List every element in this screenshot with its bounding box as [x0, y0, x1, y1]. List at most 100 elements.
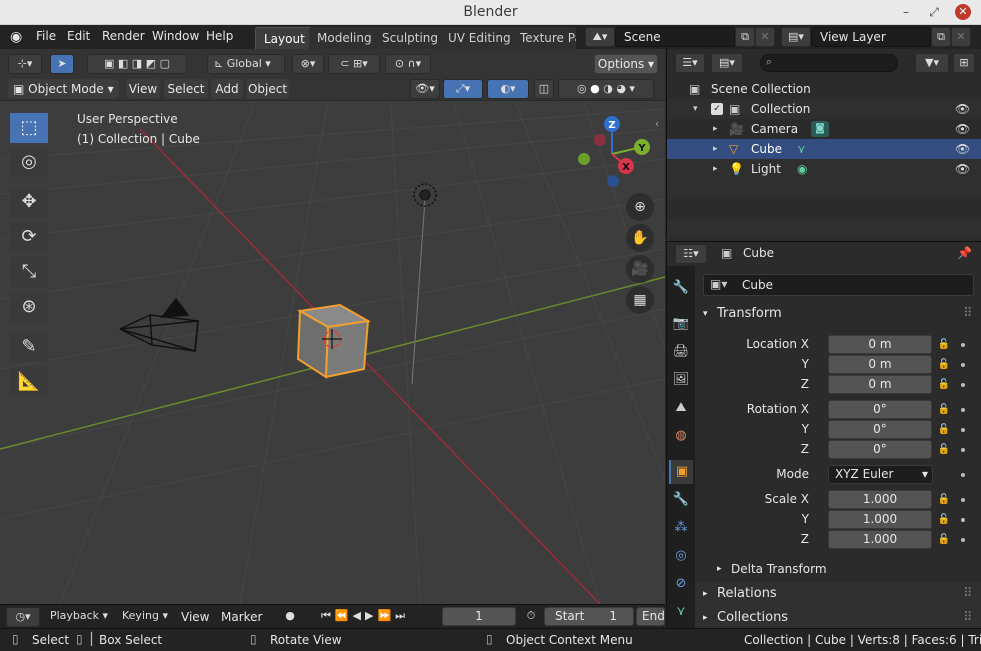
expand-icon[interactable]: ▸ [713, 119, 718, 139]
menu-window[interactable]: Window [152, 29, 199, 43]
timeline-editor-type-icon[interactable]: ◷▾ [6, 607, 40, 627]
outliner-row-camera[interactable]: ▸ 🎥 Camera ◙ 👁 [667, 119, 981, 139]
camera-view-icon[interactable]: 🎥 [626, 255, 654, 283]
eye-icon[interactable]: 👁 [955, 139, 970, 159]
menu-add[interactable]: Add [211, 79, 243, 99]
keyframe-dot-icon[interactable] [961, 538, 965, 542]
outliner-row-cube[interactable]: ▸ ▽ Cube ⋎ 👁 [667, 139, 981, 159]
stopwatch-icon[interactable]: ⏱ [521, 607, 541, 627]
lock-icon[interactable]: 🔓 [937, 493, 951, 507]
menu-render[interactable]: Render [102, 29, 145, 43]
menu-playback[interactable]: Playback ▾ [44, 607, 114, 627]
sidebar-toggle-icon[interactable]: ‹ [655, 119, 665, 133]
delta-transform-section-header[interactable]: ▸ Delta Transform [695, 558, 981, 580]
new-collection-icon[interactable]: ⊞ [953, 53, 975, 73]
view-layer-name-field[interactable]: View Layer [811, 27, 931, 47]
current-frame-field[interactable]: 1 [442, 607, 516, 626]
menu-select[interactable]: Select [164, 79, 208, 99]
options-button[interactable]: Options ▾ [594, 54, 658, 74]
checkbox-icon[interactable]: ✓ [711, 103, 723, 115]
collections-section-header[interactable]: ▸ Collections ⠿ [695, 606, 981, 629]
location-z-field[interactable]: 0 m [828, 375, 932, 394]
scale-tool[interactable]: ⤡ [10, 257, 48, 287]
blender-logo-icon[interactable]: ◉ [10, 29, 22, 45]
scale-y-field[interactable]: 1.000 [828, 510, 932, 529]
mesh-data-icon[interactable]: ⋎ [797, 139, 806, 159]
modifier-tab-icon[interactable]: 🔧 [669, 488, 693, 512]
gizmo-toggle-icon[interactable]: ⤢▾ [443, 79, 483, 99]
close-icon[interactable]: ✕ [955, 4, 971, 20]
world-tab-icon[interactable]: ◍ [669, 424, 693, 448]
object-mode-select[interactable]: ▣ Object Mode ▾ [8, 79, 119, 99]
minimize-icon[interactable]: – [898, 4, 914, 20]
playback-controls-icons[interactable]: ⏮⏪◀▶⏩⏭ [305, 607, 425, 627]
view-layer-browse-icon[interactable]: ▤▾ [781, 27, 811, 47]
lock-icon[interactable]: 🔓 [937, 443, 951, 457]
view-layer-remove-icon[interactable]: ✕ [951, 27, 971, 47]
outliner-row-collection[interactable]: ▾ ✓ ▣ Collection 👁 [667, 99, 981, 119]
annotate-tool[interactable]: ✎ [10, 332, 48, 362]
view-layer-copy-icon[interactable]: ⧉ [931, 27, 951, 47]
keyframe-dot-icon[interactable] [961, 408, 965, 412]
record-icon[interactable]: ● [280, 607, 300, 627]
physics-tab-icon[interactable]: ◎ [669, 544, 693, 568]
object-tab-icon[interactable]: ▣ [669, 460, 693, 484]
camera-data-icon[interactable]: ◙ [811, 121, 829, 137]
cube-object[interactable] [296, 303, 371, 379]
ortho-grid-icon[interactable]: ▦ [626, 286, 654, 314]
data-tab-icon[interactable]: ⋎ [669, 600, 693, 624]
camera-object[interactable] [119, 297, 199, 352]
rotation-y-field[interactable]: 0° [828, 420, 932, 439]
drag-handle-icon[interactable]: ⠿ [963, 302, 973, 326]
tab-layout[interactable]: Layout [255, 27, 314, 49]
eye-icon[interactable]: 👁 [955, 99, 970, 119]
transform-tool[interactable]: ⊛ [10, 292, 48, 322]
menu-marker[interactable]: Marker [221, 610, 262, 624]
end-frame-field[interactable]: End [636, 607, 665, 626]
tab-texture-paint[interactable]: Texture Pai [512, 27, 576, 49]
filter-icon[interactable]: ▼▾ [915, 53, 949, 73]
visibility-icon[interactable]: 👁▾ [410, 79, 440, 99]
tab-sculpting[interactable]: Sculpting [374, 27, 447, 49]
cursor-tool[interactable]: ◎ [10, 147, 48, 177]
expand-icon[interactable]: ▸ [713, 159, 718, 179]
keyframe-dot-icon[interactable] [961, 473, 965, 477]
scene-tab-icon[interactable]: ⛰ [669, 396, 693, 420]
select-tweak-icon[interactable]: ➤ [50, 54, 74, 74]
properties-editor-type-icon[interactable]: ☷▾ [675, 244, 707, 264]
location-y-field[interactable]: 0 m [828, 355, 932, 374]
render-tab-icon[interactable]: 📷 [669, 312, 693, 336]
tool-tab-icon[interactable]: 🔧 [669, 276, 693, 300]
lock-icon[interactable]: 🔓 [937, 378, 951, 392]
eye-icon[interactable]: 👁 [955, 159, 970, 179]
scale-x-field[interactable]: 1.000 [828, 490, 932, 509]
tab-uv-editing[interactable]: UV Editing [440, 27, 519, 49]
transform-section-header[interactable]: ▾ Transform ⠿ [695, 302, 981, 326]
start-frame-field[interactable]: Start 1 [544, 607, 634, 626]
pan-hand-icon[interactable]: ✋ [626, 224, 654, 252]
transform-orientation-select[interactable]: ⊾ Global ▾ [207, 54, 285, 74]
3d-viewport[interactable]: ⊹▾ ➤ ▣ ◧ ◨ ◩ ▢ ⊾ Global ▾ ⊗▾ ⊂ ⊞▾ ⊙ ∩▾ O… [0, 49, 665, 604]
menu-keying[interactable]: Keying ▾ [116, 607, 174, 627]
keyframe-dot-icon[interactable] [961, 383, 965, 387]
rotation-x-field[interactable]: 0° [828, 400, 932, 419]
selection-mode-icons[interactable]: ▣ ◧ ◨ ◩ ▢ [87, 54, 187, 74]
drag-handle-icon[interactable]: ⠿ [963, 606, 973, 630]
snap-icon[interactable]: ⊂ ⊞▾ [328, 54, 380, 74]
relations-section-header[interactable]: ▸ Relations ⠿ [695, 582, 981, 606]
location-x-field[interactable]: 0 m [828, 335, 932, 354]
rotation-mode-select[interactable]: XYZ Euler ▾ [828, 465, 933, 484]
xray-icon[interactable]: ◫ [534, 79, 554, 99]
menu-help[interactable]: Help [206, 29, 233, 43]
lock-icon[interactable]: 🔓 [937, 513, 951, 527]
keyframe-dot-icon[interactable] [961, 498, 965, 502]
overlay-toggle-icon[interactable]: ◐▾ [487, 79, 529, 99]
keyframe-dot-icon[interactable] [961, 428, 965, 432]
lock-icon[interactable]: 🔓 [937, 533, 951, 547]
menu-file[interactable]: File [36, 29, 56, 43]
eye-icon[interactable]: 👁 [955, 119, 970, 139]
tab-modeling[interactable]: Modeling [309, 27, 380, 49]
scene-remove-icon[interactable]: ✕ [755, 27, 775, 47]
keyframe-dot-icon[interactable] [961, 343, 965, 347]
scene-copy-icon[interactable]: ⧉ [735, 27, 755, 47]
